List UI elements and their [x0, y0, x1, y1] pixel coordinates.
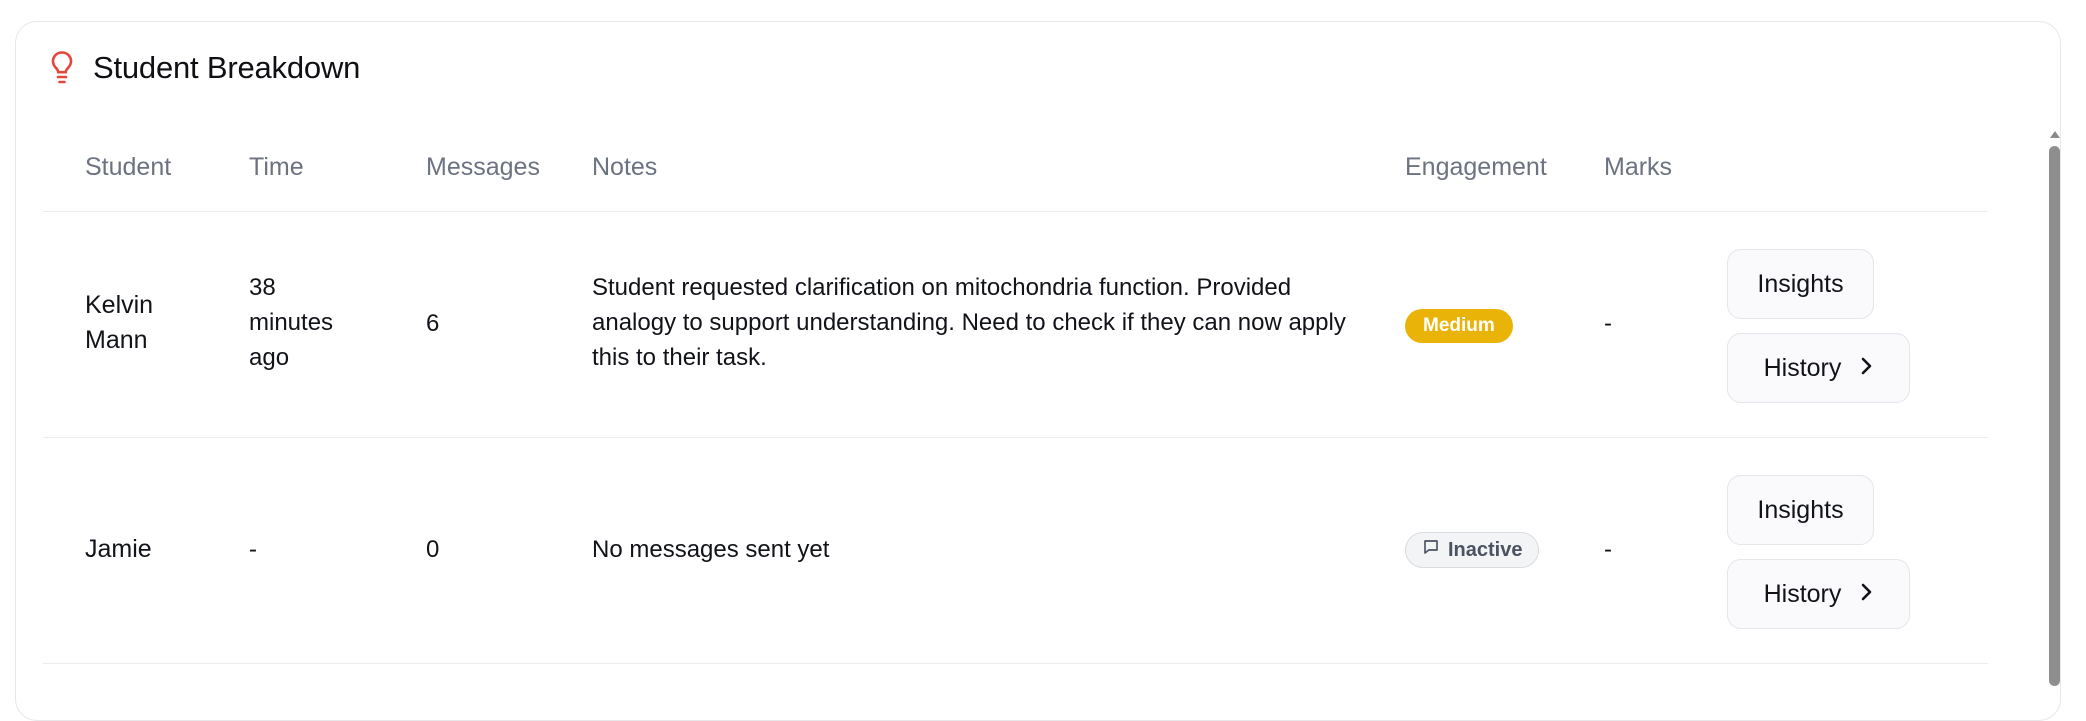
card-header: Student Breakdown [47, 48, 360, 88]
header-student: Student [85, 153, 172, 181]
history-button[interactable]: History [1727, 559, 1910, 629]
engagement-badge-inactive: Inactive [1405, 532, 1540, 568]
table-row: Kelvin Mann 38 minutes ago 6 Student req… [43, 212, 1988, 438]
student-table: Student Time Messages Notes Engagement M… [43, 123, 1988, 664]
scrollbar-thumb[interactable] [2049, 146, 2060, 686]
header-marks: Marks [1604, 153, 1673, 181]
insights-button[interactable]: Insights [1727, 475, 1874, 545]
table-row: Jamie - 0 No messages sent yet Inactive … [43, 438, 1988, 664]
notes-text: Student requested clarification on mitoc… [592, 274, 1346, 371]
engagement-cell: Medium [1405, 306, 1513, 343]
chevron-right-icon [1859, 580, 1873, 609]
notes-text: No messages sent yet [592, 536, 830, 563]
engagement-cell: Inactive [1405, 531, 1540, 568]
time-cell: - [249, 536, 257, 563]
header-time: Time [249, 153, 304, 181]
message-square-icon [1422, 534, 1440, 566]
marks-cell: - [1604, 310, 1612, 337]
lightbulb-icon [47, 48, 77, 88]
engagement-badge-medium: Medium [1405, 309, 1513, 343]
header-notes: Notes [592, 153, 658, 181]
messages-count: 0 [426, 536, 440, 563]
card-title: Student Breakdown [93, 50, 361, 85]
header-engagement: Engagement [1405, 153, 1547, 181]
scroll-up-arrow-icon[interactable] [2050, 131, 2060, 138]
header-messages: Messages [426, 153, 540, 181]
insights-button[interactable]: Insights [1727, 249, 1874, 319]
time-cell: 38 minutes ago [249, 274, 334, 371]
table-header-row: Student Time Messages Notes Engagement M… [43, 123, 1988, 212]
messages-count: 6 [426, 310, 440, 337]
chevron-right-icon [1859, 354, 1873, 383]
student-name: Jamie [85, 535, 152, 563]
student-name: Kelvin Mann [85, 291, 154, 354]
history-button[interactable]: History [1727, 333, 1910, 403]
marks-cell: - [1604, 536, 1612, 563]
